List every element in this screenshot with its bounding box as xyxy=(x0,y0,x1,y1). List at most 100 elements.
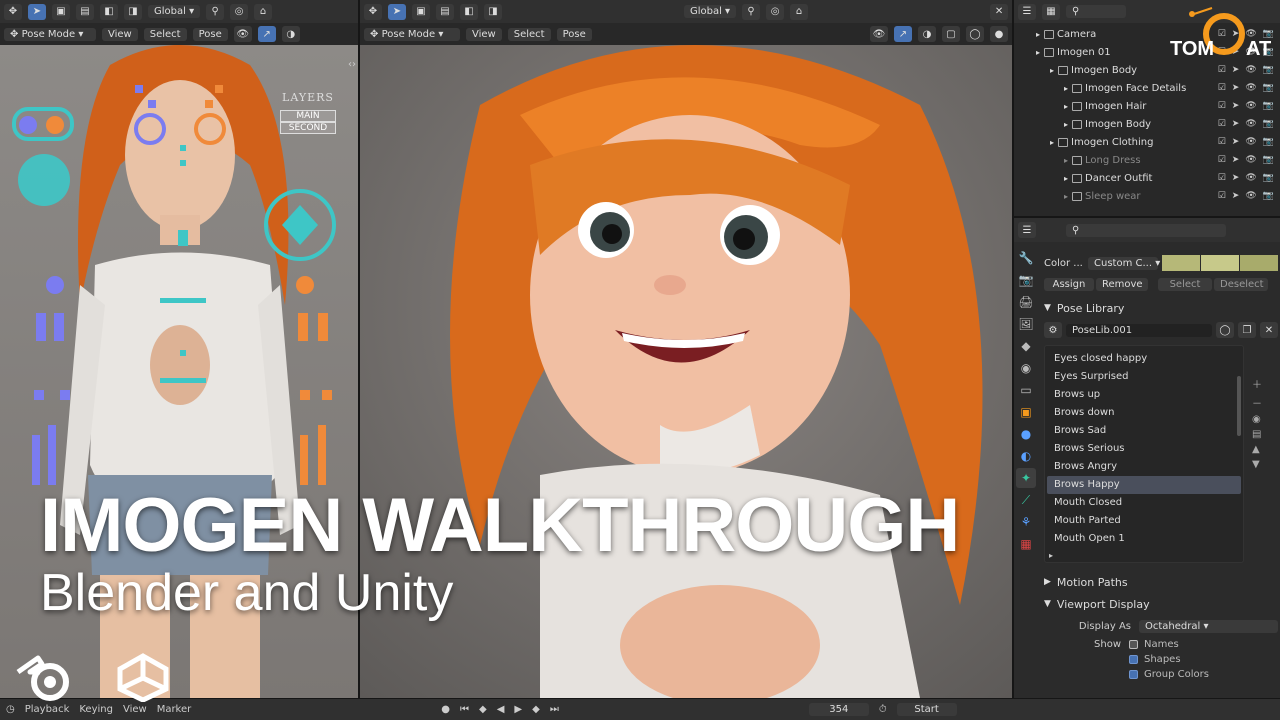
select-arrow-icon[interactable]: ➤ xyxy=(1232,101,1240,111)
modifier-tab-icon[interactable]: ● xyxy=(1016,424,1036,444)
outliner-row[interactable]: ▸ Imogen Hair ☑ ➤ 👁 📷 xyxy=(1014,97,1280,115)
pose-list-item[interactable]: Brows Happy xyxy=(1047,476,1241,494)
camera-icon[interactable]: 📷 xyxy=(1263,137,1274,147)
bone-constraint-tab-icon[interactable]: ⚘ xyxy=(1016,512,1036,532)
transform-orientation-select[interactable]: Global ▾ xyxy=(683,5,737,18)
pose-list-item[interactable]: Eyes Surprised xyxy=(1047,368,1241,386)
select-arrow-icon[interactable]: ➤ xyxy=(1232,65,1240,75)
armature-tab-icon[interactable]: ✦ xyxy=(1016,468,1036,488)
eye-icon[interactable]: 👁 xyxy=(1245,119,1256,129)
shading-wire-icon[interactable]: ◯ xyxy=(966,26,984,42)
checkbox[interactable]: ☑ xyxy=(1218,119,1226,129)
checkbox[interactable]: ☑ xyxy=(1218,83,1226,93)
expand-arrow-icon[interactable]: ▸ xyxy=(1064,192,1068,201)
mode-select[interactable]: ✥ Pose Mode ▾ xyxy=(364,27,460,41)
select-mode-extend-icon[interactable]: ▤ xyxy=(436,3,454,20)
physics-tab-icon[interactable]: ◐ xyxy=(1016,446,1036,466)
overlay-icon[interactable]: ◑ xyxy=(918,26,936,42)
scene-tab-icon[interactable]: ◆ xyxy=(1016,336,1036,356)
expand-arrow-icon[interactable]: ▸ xyxy=(1036,30,1040,39)
menu-keying[interactable]: Keying xyxy=(79,704,113,715)
menu-view[interactable]: View xyxy=(123,704,147,715)
transform-pivot-icon[interactable]: ✥ xyxy=(4,3,22,20)
jump-start-icon[interactable]: ⏮ xyxy=(460,704,469,715)
expand-arrow-icon[interactable]: ▸ xyxy=(1064,120,1068,129)
select-arrow-icon[interactable]: ➤ xyxy=(1232,119,1240,129)
visibility-icon[interactable]: 👁 xyxy=(233,26,252,42)
show-option-checkbox[interactable] xyxy=(1129,655,1138,664)
camera-icon[interactable]: 📷 xyxy=(1263,191,1274,201)
poselib-name-field[interactable]: PoseLib.001 xyxy=(1066,323,1212,337)
list-expand-icon[interactable]: ▸ xyxy=(1049,551,1053,560)
view-layer-tab-icon[interactable]: 🖼 xyxy=(1016,314,1036,334)
jump-end-icon[interactable]: ⏭ xyxy=(550,704,559,715)
move-down-icon[interactable]: ▼ xyxy=(1252,459,1262,470)
layer-main-button[interactable]: MAIN xyxy=(280,110,336,122)
menu-marker[interactable]: Marker xyxy=(157,704,192,715)
camera-icon[interactable]: 📷 xyxy=(1263,83,1274,93)
outliner-row[interactable]: ▸ Imogen Clothing ☑ ➤ 👁 📷 xyxy=(1014,133,1280,151)
gizmo-icon[interactable]: ↗ xyxy=(257,26,276,42)
select-mode-subtract-icon[interactable]: ◧ xyxy=(460,3,478,20)
viewport-display-panel-header[interactable]: ▼ Viewport Display xyxy=(1044,593,1278,615)
eye-icon[interactable]: 👁 xyxy=(1245,155,1256,165)
add-pose-icon[interactable]: ＋ xyxy=(1252,376,1262,391)
editor-type-icon[interactable]: ☰ xyxy=(1018,3,1036,20)
menu-playback[interactable]: Playback xyxy=(25,704,70,715)
options-icon[interactable]: ✕ xyxy=(990,3,1009,20)
show-option[interactable]: Names xyxy=(1129,639,1209,650)
display-as-select[interactable]: Octahedral ▾ xyxy=(1139,619,1278,633)
overlay-icon[interactable]: ◑ xyxy=(281,26,300,42)
outliner-row[interactable]: ▸ Imogen Body ☑ ➤ 👁 📷 xyxy=(1014,61,1280,79)
select-arrow-icon[interactable]: ➤ xyxy=(1232,191,1240,201)
move-up-icon[interactable]: ▲ xyxy=(1252,444,1262,455)
texture-tab-icon[interactable]: ▦ xyxy=(1016,534,1036,554)
pose-library-panel-header[interactable]: ▼ Pose Library xyxy=(1044,297,1278,319)
world-tab-icon[interactable]: ◉ xyxy=(1016,358,1036,378)
poselib-browse-icon[interactable]: ⚙ xyxy=(1044,322,1062,338)
outliner-row[interactable]: ▸ Dancer Outfit ☑ ➤ 👁 📷 xyxy=(1014,169,1280,187)
outliner-search-input[interactable]: ⚲ xyxy=(1066,5,1126,18)
editor-type-icon[interactable]: ☰ xyxy=(1018,222,1036,238)
select-mode-icon[interactable]: ▣ xyxy=(412,3,430,20)
layer-second-button[interactable]: SECOND xyxy=(280,122,336,134)
pose-list-item[interactable]: Brows up xyxy=(1047,386,1241,404)
pose-list-item[interactable]: Mouth Open 1 xyxy=(1047,530,1241,548)
eye-icon[interactable]: 👁 xyxy=(1245,173,1256,183)
snap-icon[interactable]: ⚲ xyxy=(206,3,225,20)
checkbox[interactable]: ☑ xyxy=(1218,101,1226,111)
checkbox[interactable]: ☑ xyxy=(1218,191,1226,201)
bone-color-set-select[interactable]: Custom C... ▾ xyxy=(1088,256,1160,270)
next-keyframe-icon[interactable]: ◆ xyxy=(532,704,540,715)
pose-list-item[interactable]: Mouth Closed xyxy=(1047,494,1241,512)
play-icon[interactable]: ▶ xyxy=(514,704,522,715)
pose-list-item[interactable]: Brows Angry xyxy=(1047,458,1241,476)
play-reverse-icon[interactable]: ◀ xyxy=(497,704,505,715)
camera-icon[interactable]: 📷 xyxy=(1263,155,1274,165)
properties-search-input[interactable]: ⚲ xyxy=(1066,223,1226,237)
expand-arrow-icon[interactable]: ▸ xyxy=(1064,156,1068,165)
display-mode-icon[interactable]: ▦ xyxy=(1042,3,1060,20)
fake-user-icon[interactable]: ◯ xyxy=(1216,322,1234,338)
proportional-edit-icon[interactable]: ◎ xyxy=(766,3,785,20)
expand-arrow-icon[interactable]: ▸ xyxy=(1064,174,1068,183)
outliner-row[interactable]: ▸ Imogen Face Details ☑ ➤ 👁 📷 xyxy=(1014,79,1280,97)
snap-icon[interactable]: ⚲ xyxy=(742,3,761,20)
select-arrow-icon[interactable]: ➤ xyxy=(1232,137,1240,147)
expand-arrow-icon[interactable]: ▸ xyxy=(1064,102,1068,111)
select-button[interactable]: Select xyxy=(1158,278,1212,291)
menu-pose[interactable]: Pose xyxy=(192,27,228,41)
mode-select[interactable]: ✥ Pose Mode ▾ xyxy=(4,27,96,41)
outliner-row[interactable]: ▸ Long Dress ☑ ➤ 👁 📷 xyxy=(1014,151,1280,169)
proportional-edit-icon[interactable]: ◎ xyxy=(230,3,249,20)
pose-list-item[interactable]: Brows down xyxy=(1047,404,1241,422)
deselect-button[interactable]: Deselect xyxy=(1214,278,1268,291)
select-mode-invert-icon[interactable]: ◨ xyxy=(124,3,142,20)
visibility-icon[interactable]: 👁 xyxy=(870,26,888,42)
render-tab-icon[interactable]: 📷 xyxy=(1016,270,1036,290)
select-arrow-icon[interactable]: ➤ xyxy=(1232,173,1240,183)
menu-select[interactable]: Select xyxy=(143,27,187,41)
xray-icon[interactable]: ▢ xyxy=(942,26,960,42)
motion-paths-panel-header[interactable]: ▶ Motion Paths xyxy=(1044,571,1278,593)
expand-arrow-icon[interactable]: ▸ xyxy=(1050,66,1054,75)
